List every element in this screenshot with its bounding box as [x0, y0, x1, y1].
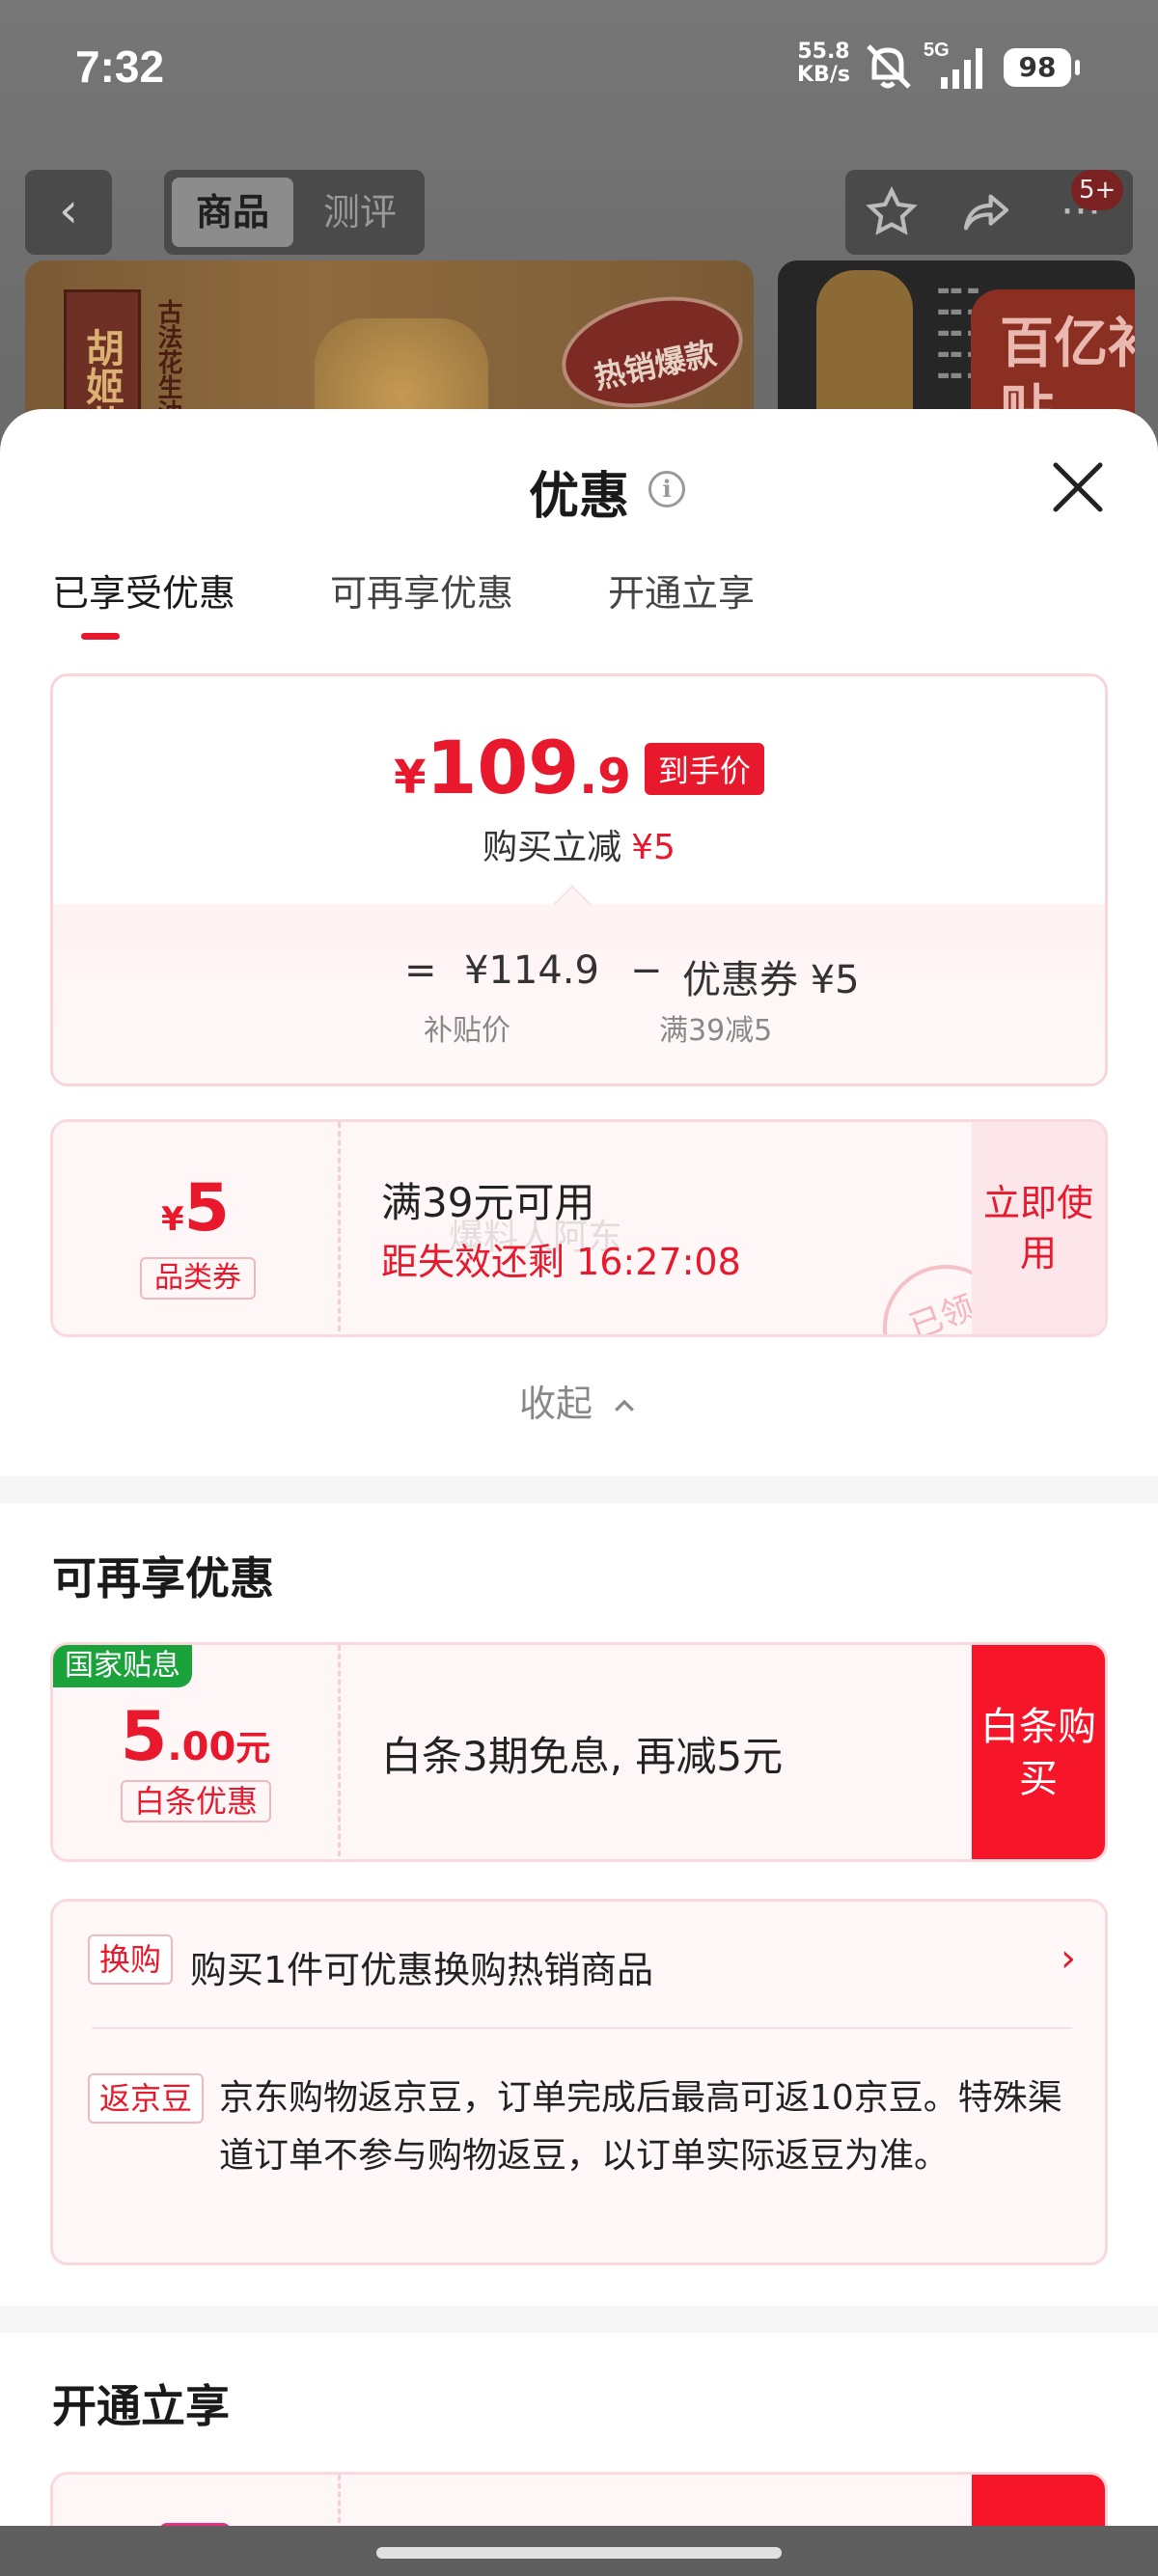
status-time: 7:32: [75, 41, 165, 92]
exchange-tag: 换购: [88, 1934, 174, 1985]
offer-divider: [338, 1645, 341, 1859]
tab-open-enjoy[interactable]: 开通立享: [608, 563, 755, 617]
network-speed-unit: KB/s: [797, 63, 850, 87]
price-integer: 109: [426, 725, 580, 810]
final-price: ¥109.9 到手价: [53, 725, 1105, 810]
formula-minus: −: [630, 948, 663, 993]
coupon-amount: 5: [183, 1170, 230, 1247]
subsidy-price-label: 补贴价: [424, 1014, 510, 1048]
message-count-badge: 5+: [1071, 170, 1124, 210]
battery-indicator: 98: [1004, 48, 1080, 87]
tab-enjoyed[interactable]: 已享受优惠: [52, 563, 235, 617]
baitiao-offer-card: 国家贴息 5.00元 白条优惠 白条3期免息, 再减5元 白条购买: [50, 1642, 1108, 1862]
reduction-label: 购买立减: [482, 828, 622, 867]
coupon-condition-label: 满39减5: [659, 1014, 773, 1048]
jingdou-tag: 返京豆: [88, 2073, 205, 2124]
info-icon[interactable]: i: [648, 471, 685, 507]
final-price-card: ¥109.9 到手价 购买立减 ¥5 = ¥114.9 − 优惠券 ¥5 补贴价 满…: [50, 673, 1108, 1086]
mute-icon: [867, 44, 911, 89]
use-coupon-button[interactable]: 立即使用: [972, 1122, 1105, 1334]
collapse-label: 收起: [518, 1383, 593, 1425]
baitiao-buy-button[interactable]: 白条购买: [972, 1645, 1105, 1859]
hot-seller-seal: 热销爆款: [551, 281, 754, 424]
price-decimal: .9: [579, 749, 631, 805]
exchange-offer-text[interactable]: 购买1件可优惠换购热销商品: [190, 1940, 653, 1993]
back-button[interactable]: ‹: [25, 170, 112, 255]
chevron-right-icon[interactable]: ›: [1061, 1936, 1076, 1981]
tab-product[interactable]: 商品: [172, 178, 293, 247]
coupon-divider: [338, 1122, 341, 1334]
product-tab-switch: 商品 测评: [164, 170, 425, 255]
gesture-bar: [0, 2526, 1158, 2576]
collapse-button[interactable]: 收起: [0, 1374, 1158, 1427]
tab-review[interactable]: 测评: [299, 178, 421, 247]
share-button[interactable]: [940, 170, 1033, 255]
network-speed-value: 55.8: [797, 40, 850, 64]
gov-subsidy-tag: 国家贴息: [53, 1645, 192, 1687]
formula-equals: =: [404, 948, 437, 993]
brand-subtitle: 古法花生油: [153, 299, 182, 425]
network-speed: 55.8 KB/s: [797, 41, 850, 87]
reduction-amount: ¥5: [631, 828, 676, 867]
coupon-countdown: 距失效还剩 16:27:08: [381, 1241, 741, 1283]
coupon-type-badge: 品类券: [140, 1257, 256, 1300]
section-title-open: 开通立享: [52, 2380, 230, 2432]
baitiao-description: 白条3期免息, 再减5元: [381, 1733, 784, 1780]
benefit-divider: [92, 2027, 1072, 2029]
discount-sheet: 优惠 i 已享受优惠 可再享优惠 开通立享 ¥109.9 到手价 购买立减 ¥5 =…: [0, 409, 1158, 2576]
close-icon[interactable]: [1048, 457, 1108, 517]
sheet-title: 优惠: [528, 468, 629, 526]
jingdou-description: 京东购物返京豆，订单完成后最高可返10京豆。特殊渠道订单不参与购物返豆，以订单实…: [219, 2078, 1062, 2176]
price-formula: = ¥114.9 − 优惠券 ¥5: [352, 948, 931, 1006]
signal-icon: 5G: [924, 40, 982, 89]
home-indicator[interactable]: [376, 2547, 782, 2559]
baitiao-value: 5.00元: [53, 1697, 338, 1776]
price-currency: ¥: [394, 751, 427, 805]
baitiao-type-badge: 白条优惠: [121, 1780, 271, 1822]
chevron-up-icon: [615, 1399, 634, 1411]
coupon-value: ¥5: [53, 1170, 338, 1247]
baitiao-unit: 元: [235, 1729, 271, 1768]
baitiao-decimal: .00: [167, 1725, 236, 1769]
subsidy-price: ¥114.9: [464, 948, 599, 993]
instant-reduction: 购买立减 ¥5: [53, 819, 1105, 869]
favorite-button[interactable]: [845, 170, 938, 255]
section-divider-2: [0, 2306, 1158, 2333]
active-tab-indicator: [81, 633, 120, 640]
signal-type-label: 5G: [924, 40, 950, 61]
product-nav-bar: ‹ 商品 测评 ···: [25, 170, 1144, 255]
tab-more-available[interactable]: 可再享优惠: [330, 563, 513, 617]
extra-benefits-card: 换购 购买1件可优惠换购热销商品 › 返京豆 京东购物返京豆，订单完成后最高可返…: [50, 1899, 1108, 2265]
coupon-currency: ¥: [161, 1200, 184, 1239]
status-bar: 7:32 55.8 KB/s 5G 98: [0, 0, 1158, 145]
coupon-deduction: 优惠券 ¥5: [682, 958, 860, 1002]
chevron-left-icon: ‹: [59, 182, 78, 238]
share-icon: [963, 194, 1009, 231]
section-divider: [0, 1476, 1158, 1503]
discount-tabs: 已享受优惠 可再享优惠 开通立享: [52, 563, 1114, 631]
section-title-more: 可再享优惠: [52, 1552, 274, 1604]
baitiao-amount: 5: [120, 1697, 168, 1776]
final-price-tag: 到手价: [644, 743, 764, 795]
star-icon: [866, 186, 918, 235]
category-coupon-card: ¥5 品类券 满39元可用 爆料人阿东 距失效还剩 16:27:08 已领 立即…: [50, 1119, 1108, 1337]
